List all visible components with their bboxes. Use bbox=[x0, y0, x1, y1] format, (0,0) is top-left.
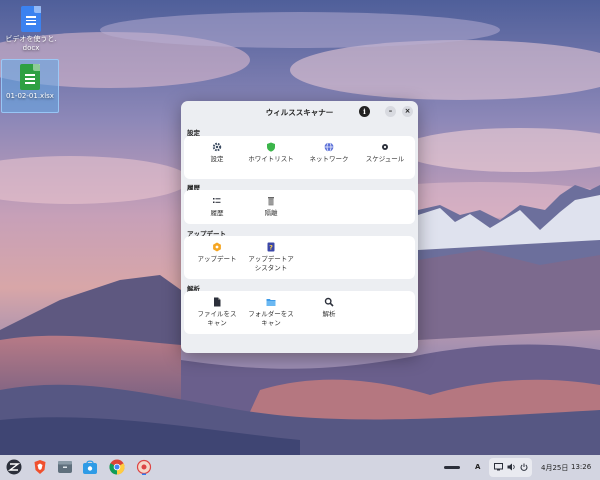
folder-icon bbox=[266, 299, 276, 306]
battery-indicator-icon[interactable] bbox=[444, 466, 460, 469]
scan-file-item[interactable]: ファイルをス キャン bbox=[188, 297, 246, 328]
settings-item[interactable]: 設定 bbox=[188, 142, 246, 164]
item-label: フォルダーをス bbox=[248, 310, 294, 318]
virus-scanner-app-icon[interactable] bbox=[136, 459, 152, 475]
desktop-file-xlsx[interactable]: 01-02-01.xlsx bbox=[1, 59, 59, 113]
whitelist-item[interactable]: ホワイトリスト bbox=[242, 142, 300, 164]
xlsx-file-icon bbox=[20, 64, 40, 90]
search-icon bbox=[324, 297, 334, 307]
titlebar[interactable]: ウィルススキャナー i – × bbox=[181, 101, 418, 123]
trash-icon bbox=[268, 197, 274, 206]
update-assistant-item[interactable]: ? アップデートア シスタント bbox=[242, 242, 300, 273]
item-label: 設定 bbox=[210, 155, 224, 163]
settings-card: 設定 ホワイトリスト ネットワーク スケジュール bbox=[184, 136, 415, 179]
svg-text:?: ? bbox=[269, 244, 273, 252]
desktop-file-label: ビデオを使うと. bbox=[5, 35, 57, 43]
history-item[interactable]: 履歴 bbox=[188, 196, 246, 218]
analysis-card: ファイルをス キャン フォルダーをス キャン 解析 bbox=[184, 291, 415, 334]
analysis-item[interactable]: 解析 bbox=[300, 297, 358, 319]
power-icon bbox=[520, 463, 528, 471]
item-label: キャン bbox=[207, 319, 227, 327]
system-tray-group[interactable] bbox=[489, 458, 532, 477]
file-icon bbox=[214, 297, 221, 307]
virus-scanner-window: ウィルススキャナー i – × 設定 設定 ホワイトリスト ネットワーク スケジ… bbox=[181, 101, 418, 353]
window-title: ウィルススキャナー bbox=[265, 108, 334, 117]
item-label: 解析 bbox=[322, 310, 336, 318]
desktop-file-label: 01-02-01.xlsx bbox=[6, 92, 54, 100]
item-label: ホワイトリスト bbox=[248, 155, 294, 163]
keyboard-layout-indicator[interactable]: A bbox=[475, 463, 480, 471]
item-label: ネットワーク bbox=[309, 155, 349, 163]
volume-icon bbox=[507, 463, 515, 471]
time-display[interactable]: 13:26 bbox=[571, 463, 591, 471]
schedule-gear-icon bbox=[382, 144, 388, 150]
zorin-menu-icon[interactable] bbox=[6, 459, 22, 475]
history-card: 履歴 隔離 bbox=[184, 190, 415, 224]
display-icon bbox=[494, 463, 503, 471]
item-label: 隔離 bbox=[264, 209, 278, 217]
gear-icon bbox=[212, 142, 222, 152]
network-item[interactable]: ネットワーク bbox=[300, 142, 358, 164]
item-label: スケジュール bbox=[365, 155, 405, 163]
item-label: 履歴 bbox=[210, 209, 224, 217]
update-item[interactable]: アップデート bbox=[188, 242, 246, 264]
globe-icon bbox=[324, 142, 334, 152]
files-icon[interactable] bbox=[57, 459, 73, 475]
shield-icon bbox=[267, 142, 275, 152]
update-card: アップデート ? アップデートア シスタント bbox=[184, 236, 415, 279]
docx-file-icon bbox=[21, 6, 41, 32]
minimize-button[interactable]: – bbox=[385, 106, 396, 117]
taskbar: A 4月25日 13:26 bbox=[0, 455, 600, 480]
software-store-icon[interactable] bbox=[82, 459, 98, 475]
date-display[interactable]: 4月25日 bbox=[541, 463, 568, 473]
item-label: ファイルをス bbox=[197, 310, 237, 318]
desktop-file-docx[interactable]: ビデオを使うと. docx bbox=[3, 2, 59, 52]
item-label: シスタント bbox=[254, 264, 288, 272]
close-button[interactable]: × bbox=[402, 106, 413, 117]
schedule-item[interactable]: スケジュール bbox=[356, 142, 414, 164]
desktop-file-label: docx bbox=[22, 44, 40, 52]
quarantine-item[interactable]: 隔離 bbox=[242, 196, 300, 218]
chrome-icon[interactable] bbox=[109, 459, 125, 475]
list-icon bbox=[213, 198, 221, 203]
item-label: アップデート bbox=[197, 255, 237, 263]
scan-folder-item[interactable]: フォルダーをス キャン bbox=[242, 297, 300, 328]
item-label: アップデートア bbox=[248, 255, 294, 263]
item-label: キャン bbox=[261, 319, 281, 327]
help-book-icon: ? bbox=[267, 242, 275, 252]
brave-browser-icon[interactable] bbox=[32, 459, 48, 475]
update-badge-icon bbox=[213, 242, 221, 252]
info-button[interactable]: i bbox=[359, 106, 370, 117]
